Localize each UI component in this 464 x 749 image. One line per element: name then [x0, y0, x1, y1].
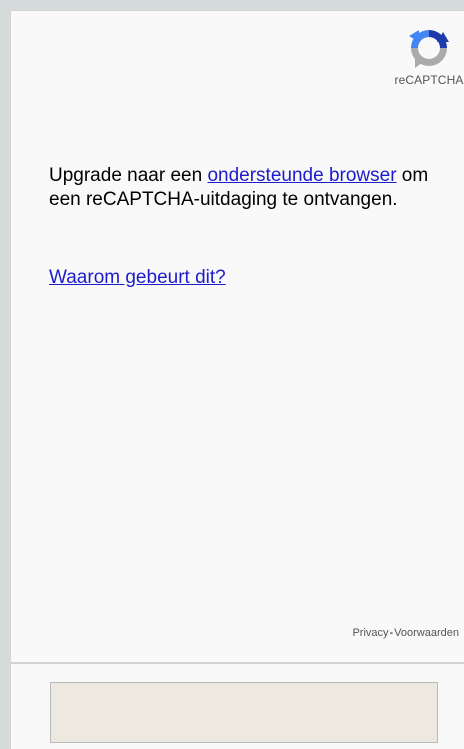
message-prefix: Upgrade naar een — [49, 165, 208, 186]
recaptcha-logo-label: reCAPTCHA — [394, 73, 464, 87]
supported-browser-link[interactable]: ondersteunde browser — [207, 165, 396, 186]
terms-link[interactable]: Voorwaarden — [394, 627, 459, 639]
why-section: Waarom gebeurt dit? — [49, 266, 226, 290]
footer-links: Privacy-Voorwaarden — [352, 627, 459, 639]
why-is-this-happening-link[interactable]: Waarom gebeurt dit? — [49, 267, 226, 288]
recaptcha-challenge-frame: reCAPTCHA Upgrade naar een ondersteunde … — [10, 10, 464, 663]
recaptcha-logo: reCAPTCHA — [394, 26, 464, 106]
upgrade-browser-message: Upgrade naar een ondersteunde browser om… — [49, 164, 434, 212]
privacy-link[interactable]: Privacy — [352, 627, 388, 639]
verify-button-placeholder[interactable] — [50, 682, 438, 743]
recaptcha-logo-icon — [409, 30, 449, 68]
bottom-panel — [10, 663, 464, 749]
